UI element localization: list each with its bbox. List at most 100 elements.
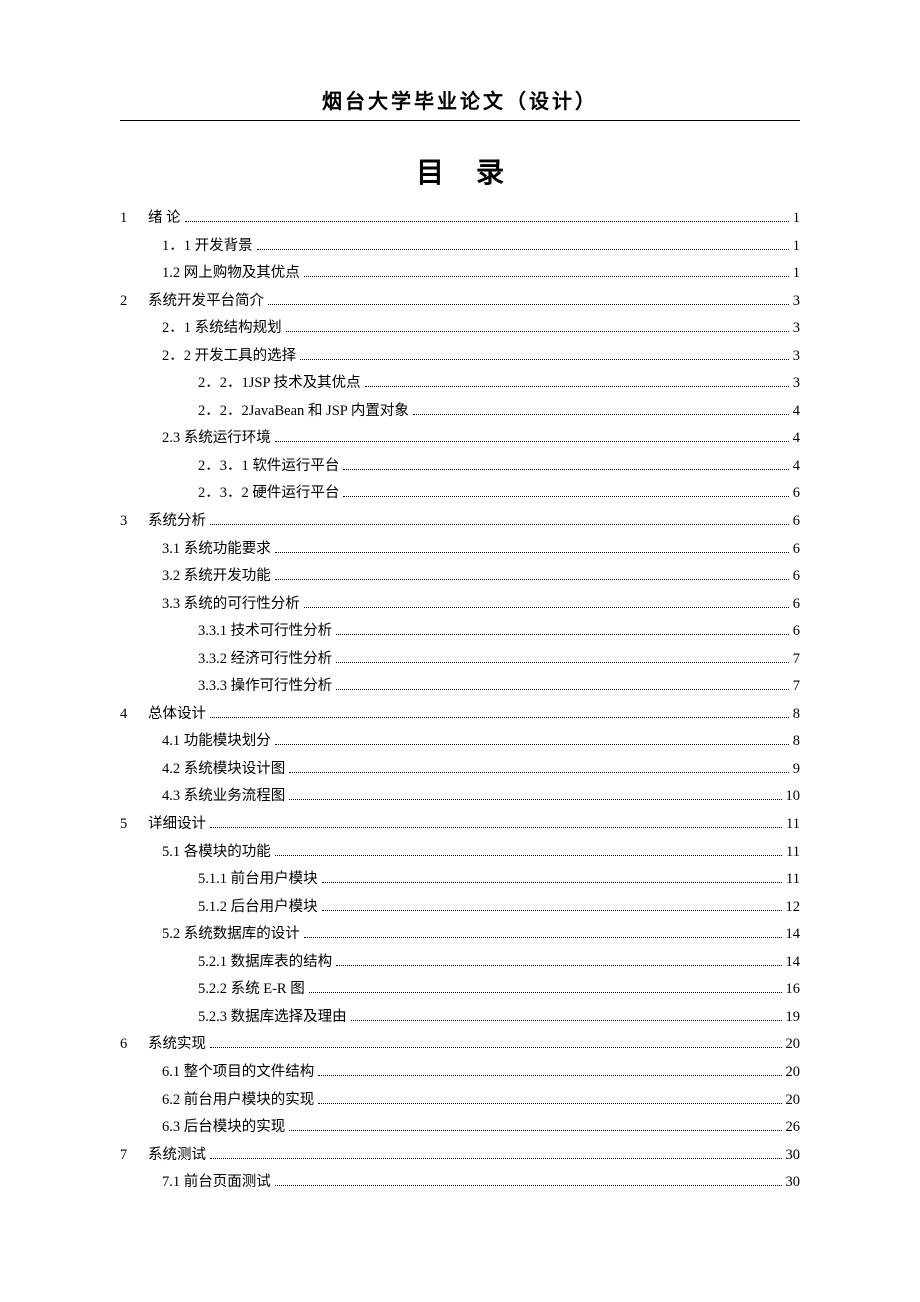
toc-leader-dots [413,403,789,415]
toc-leader-dots [336,954,781,966]
toc-entry: 3.3.2 经济可行性分析 7 [120,646,800,674]
toc-page-number: 1 [793,233,800,261]
toc-entry: 3.3.1 技术可行性分析6 [120,618,800,646]
toc-entry: 2．3．2 硬件运行平台6 [120,480,800,508]
toc-entry-label: 3.3.1 技术可行性分析 [198,618,332,646]
toc-entry: 3.2 系统开发功能6 [120,563,800,591]
toc-page-number: 11 [786,839,800,867]
toc-chapter-number: 7 [120,1142,134,1170]
toc-entry-label: 系统分析 [148,508,206,536]
toc-page-number: 4 [793,453,800,481]
toc-entry: 2．2．2JavaBean 和 JSP 内置对象 4 [120,398,800,426]
toc-page-number: 4 [793,425,800,453]
toc-entry-label: 3.1 系统功能要求 [162,536,271,564]
toc-leader-dots [300,348,789,360]
toc-entry-label: 3.3 系统的可行性分析 [162,591,300,619]
toc-entry-label: 2．2 开发工具的选择 [162,343,296,371]
toc-page-number: 3 [793,288,800,316]
toc-entry: 4.3 系统业务流程图 10 [120,783,800,811]
toc-page-number: 30 [786,1169,801,1197]
toc-leader-dots [365,376,789,388]
toc-page-number: 20 [786,1059,801,1087]
toc-entry: 5.1.2 后台用户模块 12 [120,894,800,922]
toc-entry-label: 5.1 各模块的功能 [162,839,271,867]
toc-entry-label: 2．3．2 硬件运行平台 [198,480,339,508]
toc-page-number: 11 [786,866,800,894]
toc-entry: 5.1.1 前台用户模块 11 [120,866,800,894]
toc-leader-dots [336,624,789,636]
toc-entry: 4.2 系统模块设计图 9 [120,756,800,784]
toc-entry-label: 系统实现 [148,1031,206,1059]
toc-entry: 1．1 开发背景 1 [120,233,800,261]
toc-leader-dots [336,679,789,691]
toc-chapter-number: 2 [120,288,134,316]
toc-leader-dots [318,1092,781,1104]
toc-page-number: 1 [793,205,800,233]
toc-entry-label: 5.1.1 前台用户模块 [198,866,318,894]
toc-entry-label: 系统开发平台简介 [148,288,264,316]
toc-leader-dots [304,927,782,939]
toc-entry: 2．2 开发工具的选择3 [120,343,800,371]
toc-entry-label: 1.2 网上购物及其优点 [162,260,300,288]
toc-entry: 5详细设计11 [120,811,800,839]
toc-entry-label: 7.1 前台页面测试 [162,1169,271,1197]
toc-leader-dots [268,293,789,305]
toc-leader-dots [275,1175,782,1187]
page-header: 烟台大学毕业论文（设计） [120,85,800,121]
toc-page-number: 8 [793,728,800,756]
toc-page-number: 8 [793,701,800,729]
toc-leader-dots [343,486,788,498]
toc-page-number: 4 [793,398,800,426]
toc-entry-label: 4.3 系统业务流程图 [162,783,285,811]
toc-chapter-number: 5 [120,811,134,839]
toc-entry: 5.2.2 系统 E-R 图16 [120,976,800,1004]
toc-entry: 5.2.3 数据库选择及理由19 [120,1004,800,1032]
toc-page-number: 14 [786,921,801,949]
toc-leader-dots [322,872,782,884]
toc-entry: 5.2.1 数据库表的结构14 [120,949,800,977]
toc-entry: 5.1 各模块的功能 11 [120,839,800,867]
toc-page-number: 9 [793,756,800,784]
toc-entry-label: 6.1 整个项目的文件结构 [162,1059,314,1087]
toc-page-number: 1 [793,260,800,288]
toc-entry: 4.1 功能模块划分8 [120,728,800,756]
toc-page-number: 11 [786,811,800,839]
toc-page-number: 7 [793,646,800,674]
toc-chapter-number: 3 [120,508,134,536]
toc-leader-dots [275,541,789,553]
toc-entry: 2．3．1 软件运行平台4 [120,453,800,481]
toc-leader-dots [304,266,789,278]
toc-entry: 6.3 后台模块的实现26 [120,1114,800,1142]
toc-leader-dots [257,238,789,250]
toc-leader-dots [210,706,789,718]
toc-page-number: 12 [786,894,801,922]
toc-entry-label: 2．2．2JavaBean 和 JSP 内置对象 [198,398,409,426]
toc-page-number: 7 [793,673,800,701]
toc-entry-label: 3.3.2 经济可行性分析 [198,646,332,674]
toc-entry-label: 2.3 系统运行环境 [162,425,271,453]
toc-page-number: 16 [786,976,801,1004]
toc-page-number: 20 [786,1087,801,1115]
toc-leader-dots [336,651,789,663]
toc-leader-dots [304,596,789,608]
toc-entry: 2．1 系统结构规划3 [120,315,800,343]
toc-entry: 4总体设计8 [120,701,800,729]
toc-entry: 2．2．1JSP 技术及其优点3 [120,370,800,398]
toc-entry: 3系统分析6 [120,508,800,536]
toc-page-number: 10 [786,783,801,811]
toc-entry-label: 系统测试 [148,1142,206,1170]
toc-page-number: 30 [786,1142,801,1170]
toc-entry-label: 2．1 系统结构规划 [162,315,282,343]
toc-page-number: 20 [786,1031,801,1059]
toc-leader-dots [185,210,789,222]
toc-entry: 6.2 前台用户模块的实现20 [120,1087,800,1115]
toc-entry: 7.1 前台页面测试 30 [120,1169,800,1197]
toc-leader-dots [286,321,789,333]
toc-entry-label: 4.2 系统模块设计图 [162,756,285,784]
toc-entry-label: 1．1 开发背景 [162,233,253,261]
toc-entry: 5.2 系统数据库的设计 14 [120,921,800,949]
toc-page-number: 6 [793,591,800,619]
toc-page-number: 6 [793,536,800,564]
toc-entry-label: 5.1.2 后台用户模块 [198,894,318,922]
toc-entry-label: 5.2 系统数据库的设计 [162,921,300,949]
